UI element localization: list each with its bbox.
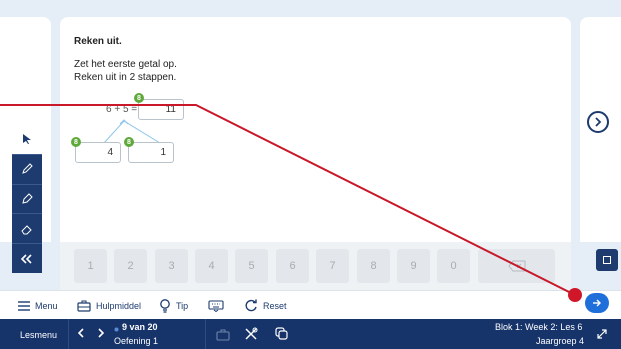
key-7[interactable]: 7 [316, 249, 349, 283]
status-divider [205, 319, 206, 349]
pencil-icon [22, 163, 33, 174]
prev-exercise-button[interactable] [77, 327, 85, 341]
key-2[interactable]: 2 [114, 249, 147, 283]
marker-tool[interactable] [12, 185, 42, 215]
hulpmiddel-label: Hulpmiddel [96, 300, 142, 311]
next-exercise-nav-button[interactable] [97, 327, 105, 341]
tools-icon [245, 327, 258, 340]
tools-button[interactable] [244, 327, 258, 343]
grade-level: Jaargroep 4 [536, 336, 585, 346]
lightbulb-icon [160, 298, 170, 313]
hint-badge-answer: 8 [134, 93, 144, 103]
pencil-tool[interactable] [12, 155, 42, 185]
hint-badge-right: 8 [124, 137, 134, 147]
backspace-icon [507, 260, 525, 272]
chevron-right-icon [98, 328, 105, 338]
menu-button[interactable]: Menu [18, 296, 58, 315]
tip-button[interactable]: Tip [159, 296, 188, 315]
next-exercise-button[interactable] [587, 111, 609, 133]
double-chevron-left-icon [21, 254, 32, 264]
key-8[interactable]: 8 [357, 249, 390, 283]
status-bar: Lesmenu 9 van 20 Oefening 1 Blok 1: Week… [0, 319, 621, 349]
key-6[interactable]: 6 [276, 249, 309, 283]
key-4[interactable]: 4 [195, 249, 228, 283]
keyboard-icon [208, 299, 224, 312]
arrow-right-icon [593, 299, 601, 307]
split-left-box[interactable]: 4 [75, 142, 121, 163]
key-0[interactable]: 0 [437, 249, 470, 283]
expand-icon [597, 329, 607, 339]
backspace-key[interactable] [478, 249, 555, 283]
keyboard-button[interactable] [208, 296, 224, 315]
key-3[interactable]: 3 [155, 249, 188, 283]
lesson-location: Blok 1: Week 2: Les 6 [495, 322, 583, 332]
pointer-tool[interactable] [12, 125, 42, 155]
menu-label: Menu [35, 300, 58, 311]
reset-label: Reset [263, 300, 287, 311]
exercise-name: Oefening 1 [114, 336, 159, 346]
exercise-progress: 9 van 20 [122, 322, 158, 332]
hint-badge-left: 8 [71, 137, 81, 147]
exercise-card: Reken uit. Zet het eerste getal op. Reke… [60, 17, 571, 242]
square-icon [603, 256, 611, 264]
equation-text: 6 + 5 = [106, 104, 138, 115]
status-divider [68, 319, 69, 349]
fullscreen-button[interactable] [596, 328, 608, 342]
question-instruction-1: Zet het eerste getal op. [74, 59, 177, 70]
progress-dot [114, 324, 119, 334]
toggle-panel-button[interactable] [596, 249, 618, 271]
copy-icon [275, 327, 288, 340]
copy-button[interactable] [275, 327, 289, 343]
key-5[interactable]: 5 [235, 249, 268, 283]
drawing-tools [12, 125, 42, 273]
number-keypad: 1 2 3 4 5 6 7 8 9 0 [60, 242, 571, 290]
cursor-icon [23, 134, 31, 145]
eraser-icon [21, 225, 32, 235]
lesmenu-button[interactable]: Lesmenu [20, 330, 57, 340]
chevron-right-icon [595, 117, 602, 127]
collapse-tools-button[interactable] [12, 244, 42, 273]
toolbox-icon [77, 300, 91, 312]
marker-icon [22, 193, 33, 204]
briefcase-icon [216, 328, 230, 346]
submit-arrow-button[interactable] [585, 293, 609, 313]
hamburger-icon [18, 300, 30, 311]
tip-label: Tip [176, 300, 189, 311]
split-right-box[interactable]: 1 [128, 142, 174, 163]
question-instruction-2: Reken uit in 2 stappen. [74, 72, 177, 83]
hulpmiddel-button[interactable]: Hulpmiddel [77, 296, 141, 315]
annotation-dot [568, 288, 582, 302]
chevron-left-icon [77, 328, 84, 338]
key-9[interactable]: 9 [397, 249, 430, 283]
key-1[interactable]: 1 [74, 249, 107, 283]
exercise-stage: Reken uit. Zet het eerste getal op. Reke… [0, 0, 621, 242]
eraser-tool[interactable] [12, 214, 42, 245]
question-title: Reken uit. [74, 36, 122, 47]
bottom-toolbar: Menu Hulpmiddel Tip Reset [0, 290, 621, 319]
dot-icon [114, 327, 119, 332]
reset-icon [245, 299, 257, 312]
reset-button[interactable]: Reset [245, 296, 287, 315]
